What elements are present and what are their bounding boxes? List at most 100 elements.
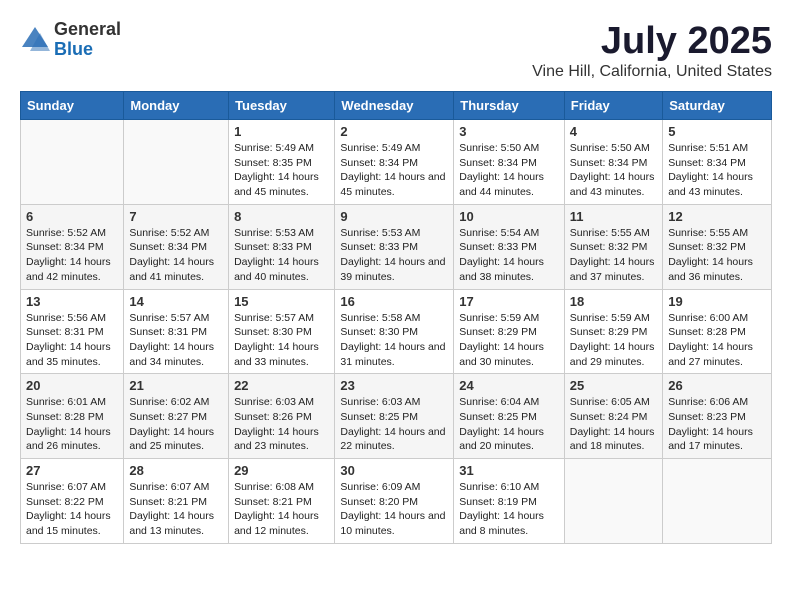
day-number: 4 [570,124,657,139]
day-info: Sunrise: 5:57 AM Sunset: 8:31 PM Dayligh… [129,311,223,370]
day-number: 30 [340,463,448,478]
calendar-cell: 13 Sunrise: 5:56 AM Sunset: 8:31 PM Dayli… [21,289,124,374]
day-number: 17 [459,294,559,309]
day-number: 19 [668,294,766,309]
day-number: 9 [340,209,448,224]
day-number: 14 [129,294,223,309]
day-info: Sunrise: 6:04 AM Sunset: 8:25 PM Dayligh… [459,395,559,454]
calendar-week-row: 27 Sunrise: 6:07 AM Sunset: 8:22 PM Dayli… [21,459,772,544]
day-number: 3 [459,124,559,139]
day-number: 31 [459,463,559,478]
calendar-cell: 24Sunrise: 6:04 AM Sunset: 8:25 PM Dayli… [454,374,565,459]
calendar-cell: 20Sunrise: 6:01 AM Sunset: 8:28 PM Dayli… [21,374,124,459]
calendar-week-row: 1 Sunrise: 5:49 AM Sunset: 8:35 PM Daylig… [21,120,772,205]
day-number: 22 [234,378,329,393]
day-info: Sunrise: 6:05 AM Sunset: 8:24 PM Dayligh… [570,395,657,454]
calendar-cell: 2Sunrise: 5:49 AM Sunset: 8:34 PM Daylig… [335,120,454,205]
calendar-cell: 17 Sunrise: 5:59 AM Sunset: 8:29 PM Dayli… [454,289,565,374]
calendar-cell: 16 Sunrise: 5:58 AM Sunset: 8:30 PM Dayli… [335,289,454,374]
calendar-cell: 26Sunrise: 6:06 AM Sunset: 8:23 PM Dayli… [663,374,772,459]
weekday-header: Monday [124,92,229,120]
calendar-cell: 21 Sunrise: 6:02 AM Sunset: 8:27 PM Dayli… [124,374,229,459]
calendar-cell: 7 Sunrise: 5:52 AM Sunset: 8:34 PM Daylig… [124,204,229,289]
logo: General Blue [20,20,121,60]
day-info: Sunrise: 5:59 AM Sunset: 8:29 PM Dayligh… [459,311,559,370]
weekday-header: Tuesday [229,92,335,120]
calendar-cell: 11Sunrise: 5:55 AM Sunset: 8:32 PM Dayli… [564,204,662,289]
calendar-table: SundayMondayTuesdayWednesdayThursdayFrid… [20,91,772,544]
day-info: Sunrise: 6:07 AM Sunset: 8:22 PM Dayligh… [26,480,118,539]
day-number: 20 [26,378,118,393]
day-info: Sunrise: 6:03 AM Sunset: 8:26 PM Dayligh… [234,395,329,454]
day-number: 25 [570,378,657,393]
day-number: 1 [234,124,329,139]
calendar-cell: 23 Sunrise: 6:03 AM Sunset: 8:25 PM Dayli… [335,374,454,459]
calendar-cell: 30 Sunrise: 6:09 AM Sunset: 8:20 PM Dayli… [335,459,454,544]
calendar-cell: 8 Sunrise: 5:53 AM Sunset: 8:33 PM Daylig… [229,204,335,289]
calendar-cell [124,120,229,205]
calendar-week-row: 13 Sunrise: 5:56 AM Sunset: 8:31 PM Dayli… [21,289,772,374]
weekday-header: Wednesday [335,92,454,120]
calendar-cell: 14 Sunrise: 5:57 AM Sunset: 8:31 PM Dayli… [124,289,229,374]
calendar-cell: 19 Sunrise: 6:00 AM Sunset: 8:28 PM Dayli… [663,289,772,374]
title-block: July 2025 Vine Hill, California, United … [532,20,772,81]
day-number: 8 [234,209,329,224]
day-info: Sunrise: 6:06 AM Sunset: 8:23 PM Dayligh… [668,395,766,454]
calendar-cell [564,459,662,544]
calendar-cell: 4Sunrise: 5:50 AM Sunset: 8:34 PM Daylig… [564,120,662,205]
calendar-header: SundayMondayTuesdayWednesdayThursdayFrid… [21,92,772,120]
day-info: Sunrise: 6:10 AM Sunset: 8:19 PM Dayligh… [459,480,559,539]
day-info: Sunrise: 5:53 AM Sunset: 8:33 PM Dayligh… [234,226,329,285]
day-info: Sunrise: 6:08 AM Sunset: 8:21 PM Dayligh… [234,480,329,539]
main-title: July 2025 [532,20,772,63]
day-number: 5 [668,124,766,139]
day-number: 21 [129,378,223,393]
calendar-cell: 10Sunrise: 5:54 AM Sunset: 8:33 PM Dayli… [454,204,565,289]
day-number: 7 [129,209,223,224]
day-number: 15 [234,294,329,309]
day-info: Sunrise: 5:57 AM Sunset: 8:30 PM Dayligh… [234,311,329,370]
calendar-cell: 31 Sunrise: 6:10 AM Sunset: 8:19 PM Dayli… [454,459,565,544]
day-info: Sunrise: 5:58 AM Sunset: 8:30 PM Dayligh… [340,311,448,370]
day-info: Sunrise: 6:09 AM Sunset: 8:20 PM Dayligh… [340,480,448,539]
day-number: 29 [234,463,329,478]
day-number: 11 [570,209,657,224]
day-number: 2 [340,124,448,139]
calendar-cell: 9Sunrise: 5:53 AM Sunset: 8:33 PM Daylig… [335,204,454,289]
calendar-week-row: 20Sunrise: 6:01 AM Sunset: 8:28 PM Dayli… [21,374,772,459]
subtitle: Vine Hill, California, United States [532,63,772,81]
day-info: Sunrise: 5:51 AM Sunset: 8:34 PM Dayligh… [668,141,766,200]
day-info: Sunrise: 5:49 AM Sunset: 8:35 PM Dayligh… [234,141,329,200]
calendar-cell: 15 Sunrise: 5:57 AM Sunset: 8:30 PM Dayli… [229,289,335,374]
day-info: Sunrise: 5:55 AM Sunset: 8:32 PM Dayligh… [668,226,766,285]
day-info: Sunrise: 5:52 AM Sunset: 8:34 PM Dayligh… [129,226,223,285]
day-info: Sunrise: 6:03 AM Sunset: 8:25 PM Dayligh… [340,395,448,454]
day-info: Sunrise: 6:07 AM Sunset: 8:21 PM Dayligh… [129,480,223,539]
logo-general: General [54,20,121,40]
day-number: 13 [26,294,118,309]
calendar-cell: 12Sunrise: 5:55 AM Sunset: 8:32 PM Dayli… [663,204,772,289]
weekday-header: Thursday [454,92,565,120]
day-number: 27 [26,463,118,478]
day-info: Sunrise: 5:56 AM Sunset: 8:31 PM Dayligh… [26,311,118,370]
weekday-header: Saturday [663,92,772,120]
logo-blue: Blue [54,40,121,60]
day-info: Sunrise: 6:00 AM Sunset: 8:28 PM Dayligh… [668,311,766,370]
logo-text: General Blue [54,20,121,60]
day-number: 10 [459,209,559,224]
day-info: Sunrise: 5:50 AM Sunset: 8:34 PM Dayligh… [459,141,559,200]
day-info: Sunrise: 6:02 AM Sunset: 8:27 PM Dayligh… [129,395,223,454]
day-number: 28 [129,463,223,478]
calendar-cell [663,459,772,544]
calendar-cell: 25 Sunrise: 6:05 AM Sunset: 8:24 PM Dayli… [564,374,662,459]
day-info: Sunrise: 5:52 AM Sunset: 8:34 PM Dayligh… [26,226,118,285]
weekday-header: Sunday [21,92,124,120]
calendar-cell: 29 Sunrise: 6:08 AM Sunset: 8:21 PM Dayli… [229,459,335,544]
weekday-header: Friday [564,92,662,120]
day-number: 23 [340,378,448,393]
calendar-cell [21,120,124,205]
calendar-cell: 1 Sunrise: 5:49 AM Sunset: 8:35 PM Daylig… [229,120,335,205]
day-number: 16 [340,294,448,309]
page-header: General Blue July 2025 Vine Hill, Califo… [20,20,772,81]
calendar-cell: 22 Sunrise: 6:03 AM Sunset: 8:26 PM Dayli… [229,374,335,459]
